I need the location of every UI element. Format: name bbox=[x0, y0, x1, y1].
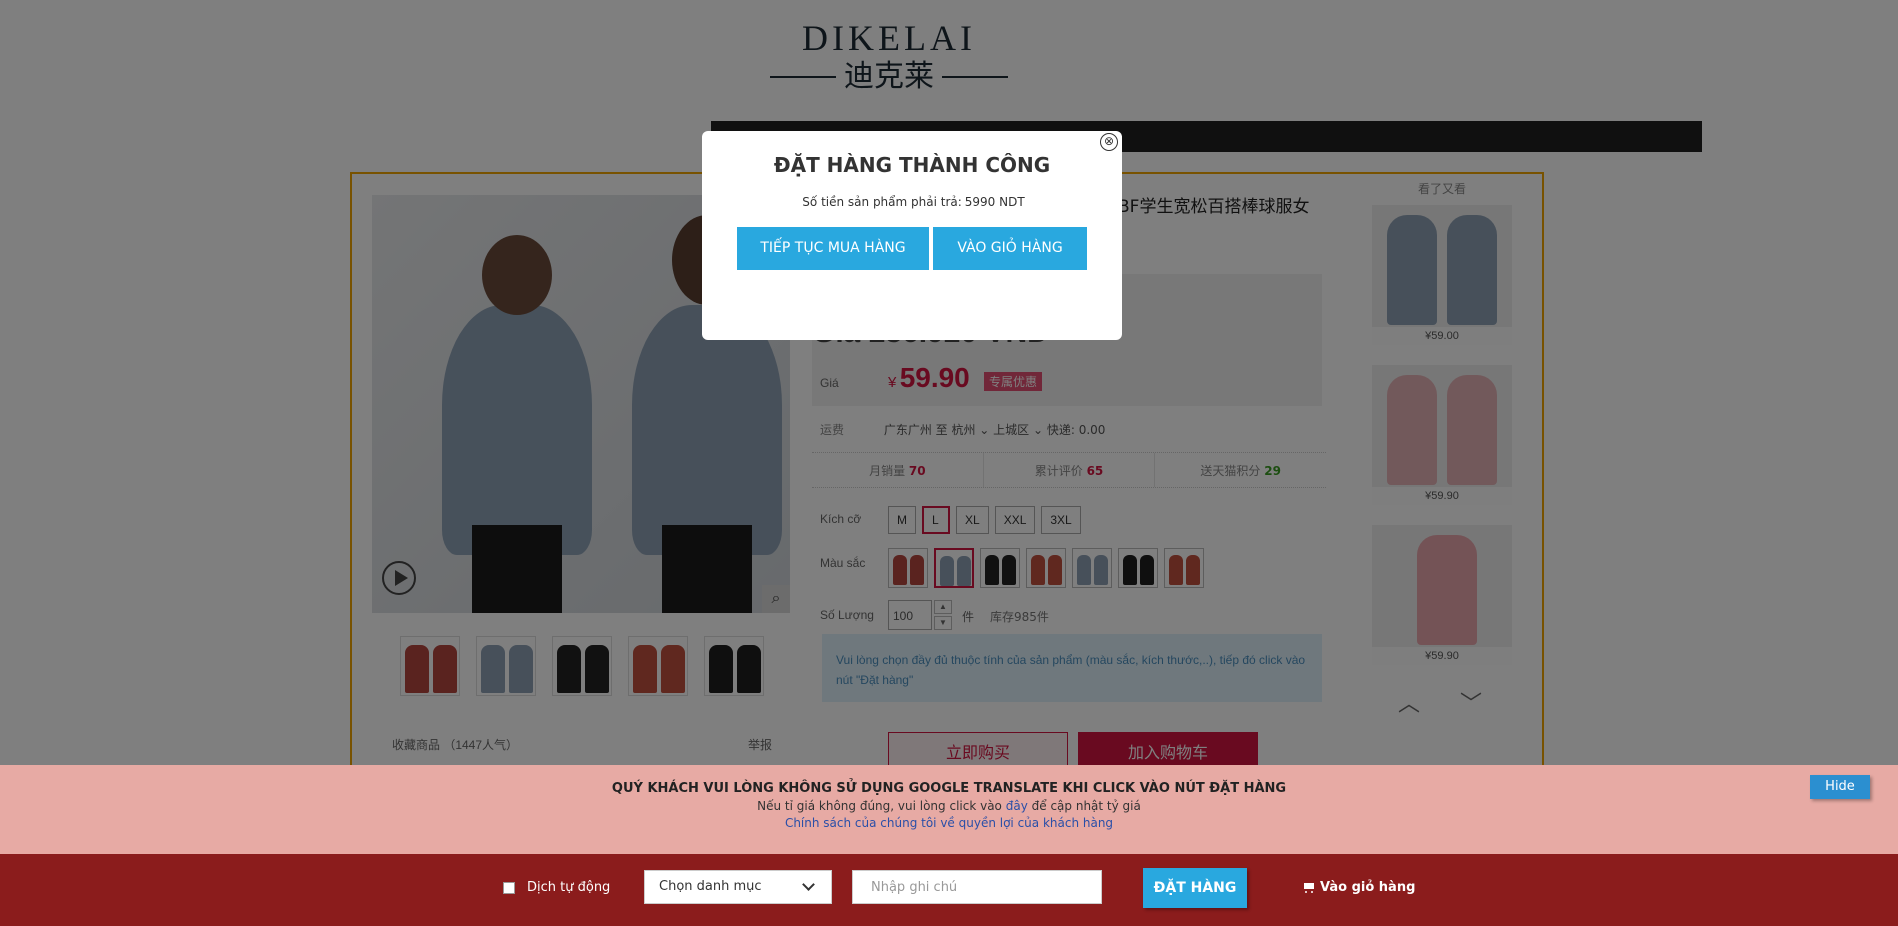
cart-icon bbox=[1302, 882, 1316, 894]
auto-translate-label: Dịch tự động bbox=[527, 880, 611, 895]
translate-warning-banner: QUÝ KHÁCH VUI LÒNG KHÔNG SỬ DỤNG GOOGLE … bbox=[0, 765, 1898, 854]
customer-policy-link[interactable]: Chính sách của chúng tôi về quyền lợi củ… bbox=[0, 816, 1898, 830]
order-action-bar: Dịch tự động Chọn danh mục ĐẶT HÀNG Vào … bbox=[0, 854, 1898, 926]
amount-value: 5990 NDT bbox=[964, 195, 1025, 209]
amount-label: Số tiền sản phẩm phải trả: bbox=[802, 195, 962, 209]
category-select-value: Chọn danh mục bbox=[659, 879, 762, 894]
auto-translate-toggle[interactable]: Dịch tự động bbox=[503, 880, 610, 895]
auto-translate-checkbox[interactable] bbox=[503, 881, 515, 894]
cart-link[interactable]: Vào giỏ hàng bbox=[1302, 880, 1415, 895]
category-select[interactable]: Chọn danh mục bbox=[644, 870, 832, 904]
place-order-button[interactable]: ĐẶT HÀNG bbox=[1143, 868, 1247, 908]
exchange-rate-note: Nếu tỉ giá không đúng, vui lòng click và… bbox=[757, 799, 1141, 813]
go-to-cart-button[interactable]: VÀO GIỎ HÀNG bbox=[933, 227, 1087, 270]
cart-link-label: Vào giỏ hàng bbox=[1320, 880, 1416, 895]
hide-button[interactable]: Hide bbox=[1810, 775, 1870, 799]
close-icon[interactable]: ⊗ bbox=[1100, 133, 1118, 151]
warning-title: QUÝ KHÁCH VUI LÒNG KHÔNG SỬ DỤNG GOOGLE … bbox=[611, 781, 1287, 796]
update-rate-link[interactable]: đây bbox=[1006, 799, 1028, 813]
chevron-down-icon bbox=[802, 878, 815, 891]
modal-title: ĐẶT HÀNG THÀNH CÔNG bbox=[773, 153, 1051, 177]
modal-amount: Số tiền sản phẩm phải trả: 5990 NDT bbox=[702, 195, 1122, 209]
order-success-modal: ⊗ ĐẶT HÀNG THÀNH CÔNG Số tiền sản phẩm p… bbox=[702, 131, 1122, 340]
continue-shopping-button[interactable]: TIẾP TỤC MUA HÀNG bbox=[737, 227, 929, 270]
note-input[interactable] bbox=[852, 870, 1102, 904]
